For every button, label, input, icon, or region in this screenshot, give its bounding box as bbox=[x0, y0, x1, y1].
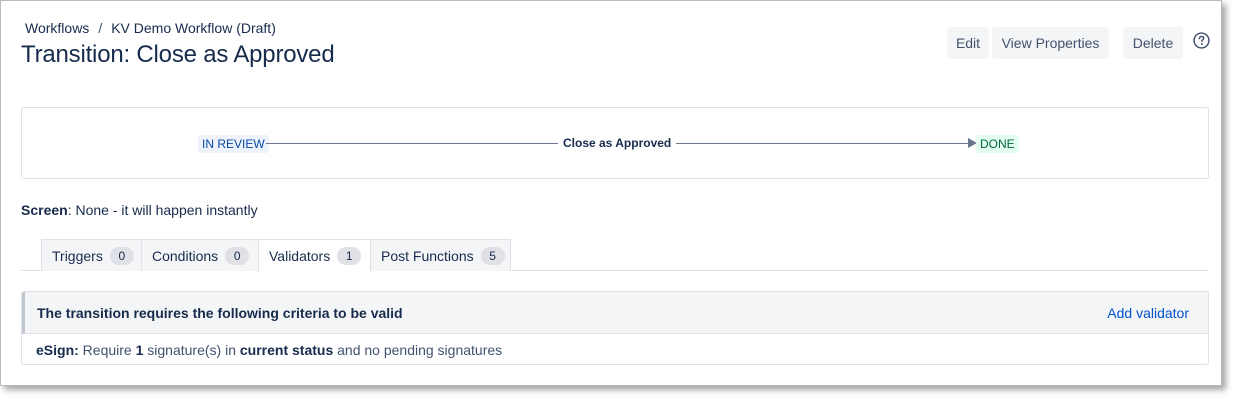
tab-count-badge: 1 bbox=[337, 247, 362, 265]
status-to-lozenge: DONE bbox=[976, 135, 1019, 153]
validator-text: signature(s) in bbox=[143, 342, 240, 358]
validator-name: eSign: bbox=[36, 342, 79, 358]
view-properties-button[interactable]: View Properties bbox=[992, 27, 1109, 59]
question-circle-icon[interactable] bbox=[1193, 32, 1210, 49]
screen-label: Screen bbox=[21, 202, 68, 218]
screen-value: : None - it will happen instantly bbox=[67, 202, 258, 218]
tab-count-badge: 5 bbox=[480, 246, 505, 265]
edit-button[interactable]: Edit bbox=[947, 27, 989, 59]
tab-conditions[interactable]: Conditions 0 bbox=[141, 239, 259, 271]
validators-panel-header: The transition requires the following cr… bbox=[22, 292, 1208, 334]
breadcrumb-workflows-link[interactable]: Workflows bbox=[25, 20, 89, 36]
validator-text: and no pending signatures bbox=[333, 342, 503, 358]
breadcrumb: Workflows / KV Demo Workflow (Draft) bbox=[25, 20, 276, 36]
transition-diagram: IN REVIEW Close as Approved DONE bbox=[21, 107, 1209, 179]
breadcrumb-workflow-link[interactable]: KV Demo Workflow (Draft) bbox=[111, 20, 276, 36]
validators-panel-title: The transition requires the following cr… bbox=[37, 305, 403, 321]
validator-status: current status bbox=[239, 342, 334, 358]
tab-label: Validators bbox=[269, 248, 331, 264]
validator-row: eSign: Require 1 signature(s) in current… bbox=[36, 342, 502, 358]
tab-validators[interactable]: Validators 1 bbox=[258, 239, 371, 272]
validator-text: Require bbox=[78, 342, 136, 358]
page-title: Transition: Close as Approved bbox=[21, 41, 335, 68]
tab-triggers[interactable]: Triggers 0 bbox=[41, 239, 142, 271]
transition-label: Close as Approved bbox=[558, 136, 677, 150]
validators-panel: The transition requires the following cr… bbox=[21, 291, 1209, 365]
status-from-lozenge: IN REVIEW bbox=[198, 135, 269, 153]
tab-label: Post Functions bbox=[381, 247, 474, 264]
screen-info: Screen: None - it will happen instantly bbox=[21, 202, 258, 218]
tab-post-functions[interactable]: Post Functions 5 bbox=[370, 239, 511, 271]
tab-label: Triggers bbox=[52, 247, 103, 264]
breadcrumb-separator: / bbox=[98, 20, 103, 36]
tab-label: Conditions bbox=[152, 247, 219, 264]
tab-count-badge: 0 bbox=[225, 246, 250, 265]
tab-count-badge: 0 bbox=[109, 246, 134, 265]
delete-button[interactable]: Delete bbox=[1123, 27, 1183, 59]
window-frame: Workflows / KV Demo Workflow (Draft) Trans… bbox=[0, 0, 1222, 386]
add-validator-link[interactable]: Add validator bbox=[1107, 305, 1189, 321]
